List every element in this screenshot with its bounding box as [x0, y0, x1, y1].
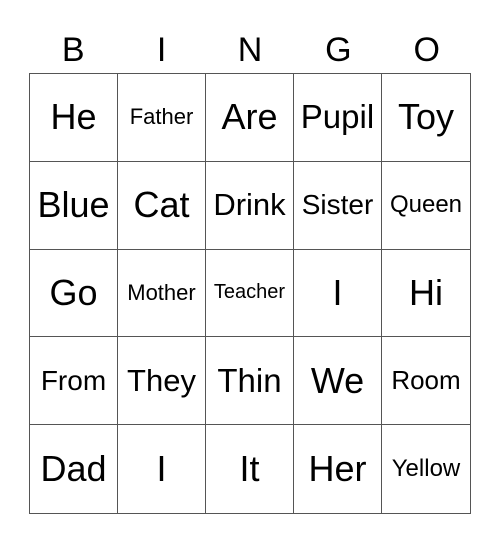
bingo-cell[interactable]: Hi — [382, 250, 470, 338]
bingo-cell[interactable]: Teacher — [206, 249, 294, 338]
header-letter-g: G — [325, 31, 352, 69]
bingo-cell[interactable]: Yellow — [382, 425, 470, 513]
bingo-cell[interactable]: From — [30, 337, 118, 426]
bingo-cell[interactable]: Thin — [206, 337, 294, 426]
bingo-cell[interactable]: We — [294, 337, 382, 426]
bingo-cell[interactable]: Cat — [118, 161, 206, 250]
bingo-cell[interactable]: I — [294, 249, 382, 338]
bingo-grid: He Father Are Pupil Toy Blue Cat Drink S… — [29, 73, 471, 514]
bingo-cell[interactable]: Drink — [206, 161, 294, 250]
bingo-cell[interactable]: Queen — [382, 162, 470, 250]
bingo-cell[interactable]: I — [118, 425, 206, 513]
bingo-cell[interactable]: Blue — [30, 161, 118, 250]
header-letter-b: B — [61, 31, 85, 69]
bingo-cell[interactable]: It — [206, 425, 294, 513]
bingo-cell[interactable]: Mother — [118, 249, 206, 338]
bingo-cell[interactable]: Are — [206, 74, 294, 162]
bingo-cell[interactable]: Toy — [382, 74, 470, 162]
header-letter-i: I — [156, 31, 167, 69]
bingo-cell[interactable]: Dad — [30, 425, 118, 513]
bingo-cell[interactable]: Pupil — [294, 74, 382, 162]
bingo-cell[interactable]: Sister — [294, 161, 382, 250]
bingo-cell[interactable]: They — [118, 337, 206, 426]
bingo-cell[interactable]: Father — [118, 74, 206, 162]
bingo-cell[interactable]: Her — [294, 425, 382, 513]
header-letter-o: O — [413, 31, 440, 69]
header-letter-n: N — [237, 31, 263, 69]
bingo-header: B I N G O — [29, 28, 471, 73]
bingo-cell[interactable]: He — [30, 74, 118, 162]
bingo-cell[interactable]: Room — [382, 337, 470, 426]
bingo-cell[interactable]: Go — [30, 249, 118, 338]
